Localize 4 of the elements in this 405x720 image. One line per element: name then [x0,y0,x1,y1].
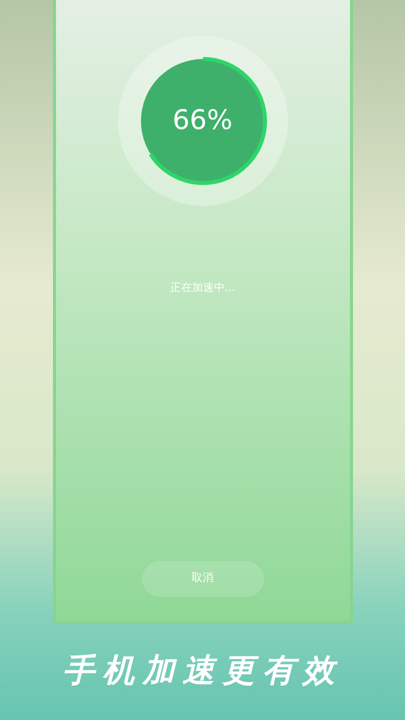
cancel-button[interactable]: 取消 [142,560,264,596]
slogan-text: 手机加速更有效 [62,650,342,691]
status-text: 正在加速中... [170,280,236,296]
progress-percentage: 66% [172,104,232,138]
